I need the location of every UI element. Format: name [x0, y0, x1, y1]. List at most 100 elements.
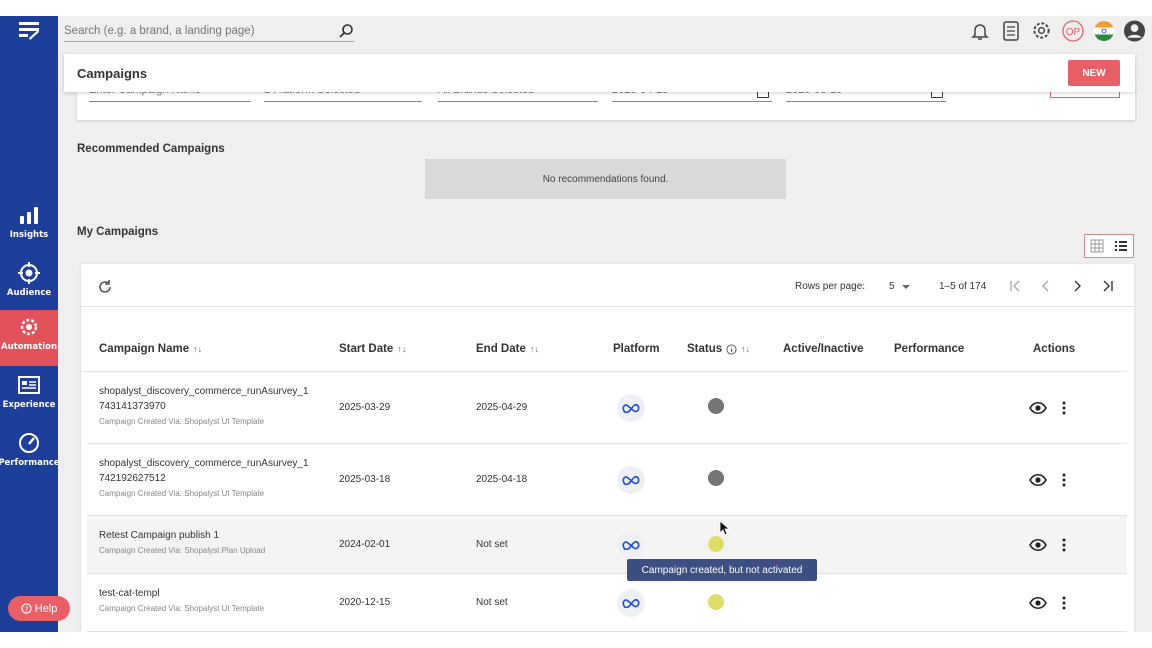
first-page-icon[interactable] — [1006, 277, 1024, 295]
column-performance: Performance — [894, 343, 964, 355]
campaign-name[interactable]: Retest Campaign publish 1 — [99, 528, 314, 543]
app-frame: Insights Audience Automation Experience … — [0, 16, 1152, 632]
column-label: Performance — [894, 343, 965, 355]
status-indicator[interactable] — [708, 470, 724, 486]
column-status[interactable]: Status ↑↓ — [687, 343, 750, 355]
new-campaign-button[interactable]: NEW — [1068, 60, 1120, 86]
column-label: Platform — [613, 343, 660, 355]
user-initials: OP — [1065, 27, 1080, 38]
recommended-title: Recommended Campaigns — [77, 143, 225, 155]
table-row[interactable]: shopalyst_discovery_commerce_runAsurvey_… — [87, 444, 1127, 516]
notification-bell-icon[interactable] — [968, 19, 991, 42]
table-row[interactable]: test-cat-templ Campaign Created Via: Sho… — [87, 574, 1127, 632]
status-indicator[interactable] — [708, 398, 724, 414]
table-row[interactable]: Retest Campaign publish 1 Campaign Creat… — [87, 516, 1127, 574]
column-end-date[interactable]: End Date ↑↓ — [476, 343, 539, 355]
column-label: Start Date — [339, 343, 394, 355]
page-title: Campaigns — [77, 66, 148, 81]
view-toggle — [1084, 234, 1134, 258]
column-label: End Date — [476, 343, 526, 355]
sidebar-item-experience[interactable]: Experience — [0, 368, 58, 420]
sort-icon[interactable]: ↑↓ — [530, 344, 539, 354]
sidebar-item-label: Insights — [9, 230, 49, 240]
campaign-name[interactable]: test-cat-templ — [99, 586, 314, 601]
campaign-source: Campaign Created Via: Shopalyst UI Templ… — [99, 489, 265, 498]
prev-page-icon[interactable] — [1037, 277, 1055, 295]
view-eye-icon[interactable] — [1029, 401, 1047, 415]
layout-icon — [18, 376, 40, 394]
more-options-icon[interactable] — [1061, 538, 1067, 552]
grid-view-icon[interactable] — [1085, 235, 1109, 257]
end-date: 2025-04-18 — [476, 474, 528, 485]
top-bar: OP — [58, 16, 1152, 50]
no-recommendations-box: No recommendations found. — [425, 159, 786, 199]
sort-icon[interactable]: ↑↓ — [397, 344, 406, 354]
sort-icon[interactable]: ↑↓ — [741, 344, 750, 354]
sidebar-item-insights[interactable]: Insights — [0, 198, 58, 250]
column-label: Status — [687, 343, 723, 355]
more-options-icon[interactable] — [1061, 473, 1067, 487]
column-label: Actions — [1033, 343, 1076, 355]
end-date: Not set — [476, 597, 508, 608]
search-input[interactable] — [64, 22, 324, 37]
sidebar-item-label: Automation — [1, 342, 57, 352]
sidebar-item-audience[interactable]: Audience — [0, 256, 58, 308]
my-campaigns-title: My Campaigns — [77, 226, 159, 238]
account-avatar-icon[interactable] — [1123, 19, 1146, 42]
meta-platform-icon — [617, 466, 645, 494]
status-indicator[interactable] — [708, 594, 724, 610]
campaign-name[interactable]: shopalyst_discovery_commerce_runAsurvey_… — [99, 384, 314, 414]
pagination-range: 1–5 of 174 — [939, 281, 987, 292]
gear-icon — [20, 318, 38, 336]
view-eye-icon[interactable] — [1029, 473, 1047, 487]
table-toolbar: Rows per page: 5 1–5 of 174 — [81, 264, 1134, 307]
start-date: 2025-03-29 — [339, 402, 391, 413]
next-page-icon[interactable] — [1068, 277, 1086, 295]
last-page-icon[interactable] — [1099, 277, 1117, 295]
start-date: 2020-12-15 — [339, 597, 391, 608]
sidebar-item-label: Performance — [0, 458, 60, 468]
table-row[interactable]: shopalyst_discovery_commerce_runAsurvey_… — [87, 372, 1127, 444]
user-initials-badge[interactable]: OP — [1061, 19, 1084, 42]
sidebar-item-performance[interactable]: Performance — [0, 426, 60, 478]
column-actions: Actions — [1033, 343, 1075, 355]
logo-icon[interactable] — [17, 20, 41, 42]
sort-icon[interactable]: ↑↓ — [193, 344, 202, 354]
document-icon[interactable] — [999, 19, 1022, 42]
sidebar-item-automation[interactable]: Automation — [0, 310, 58, 366]
meta-platform-icon — [617, 589, 645, 617]
mouse-cursor-icon — [719, 520, 729, 536]
list-view-icon[interactable] — [1109, 235, 1133, 257]
refresh-icon[interactable] — [97, 279, 113, 295]
campaign-name[interactable]: shopalyst_discovery_commerce_runAsurvey_… — [99, 456, 314, 486]
column-label: Campaign Name — [99, 343, 190, 355]
column-platform: Platform — [613, 343, 660, 355]
status-tooltip: Campaign created, but not activated — [627, 559, 817, 581]
india-flag-icon[interactable] — [1092, 19, 1115, 42]
start-date: 2025-03-18 — [339, 474, 391, 485]
status-indicator[interactable] — [708, 536, 724, 552]
search-icon[interactable] — [338, 23, 354, 39]
rows-per-page-select[interactable]: 5 — [889, 281, 895, 292]
campaign-source: Campaign Created Via: Shopalyst UI Templ… — [99, 417, 265, 426]
table-header: Campaign Name ↑↓ Start Date ↑↓ End Date ↑↓ … — [81, 307, 1127, 372]
sidebar: Insights Audience Automation Experience … — [0, 16, 60, 632]
view-eye-icon[interactable] — [1029, 596, 1047, 610]
help-icon: ? — [21, 603, 32, 614]
column-active-inactive: Active/Inactive — [783, 343, 864, 355]
chevron-down-icon[interactable] — [901, 282, 911, 292]
more-options-icon[interactable] — [1061, 596, 1067, 610]
end-date: 2025-04-29 — [476, 402, 528, 413]
start-date: 2024-02-01 — [339, 539, 391, 550]
top-icons: OP — [968, 19, 1146, 42]
column-campaign-name[interactable]: Campaign Name ↑↓ — [99, 343, 202, 355]
meta-platform-icon — [617, 531, 645, 559]
settings-gear-icon[interactable] — [1030, 19, 1053, 42]
view-eye-icon[interactable] — [1029, 538, 1047, 552]
help-button[interactable]: ? Help — [8, 596, 70, 621]
campaign-source: Campaign Created Via: Shopalyst Plan Upl… — [99, 546, 266, 555]
svg-text:?: ? — [24, 604, 28, 613]
column-start-date[interactable]: Start Date ↑↓ — [339, 343, 406, 355]
more-options-icon[interactable] — [1061, 401, 1067, 415]
info-icon[interactable] — [726, 343, 737, 355]
